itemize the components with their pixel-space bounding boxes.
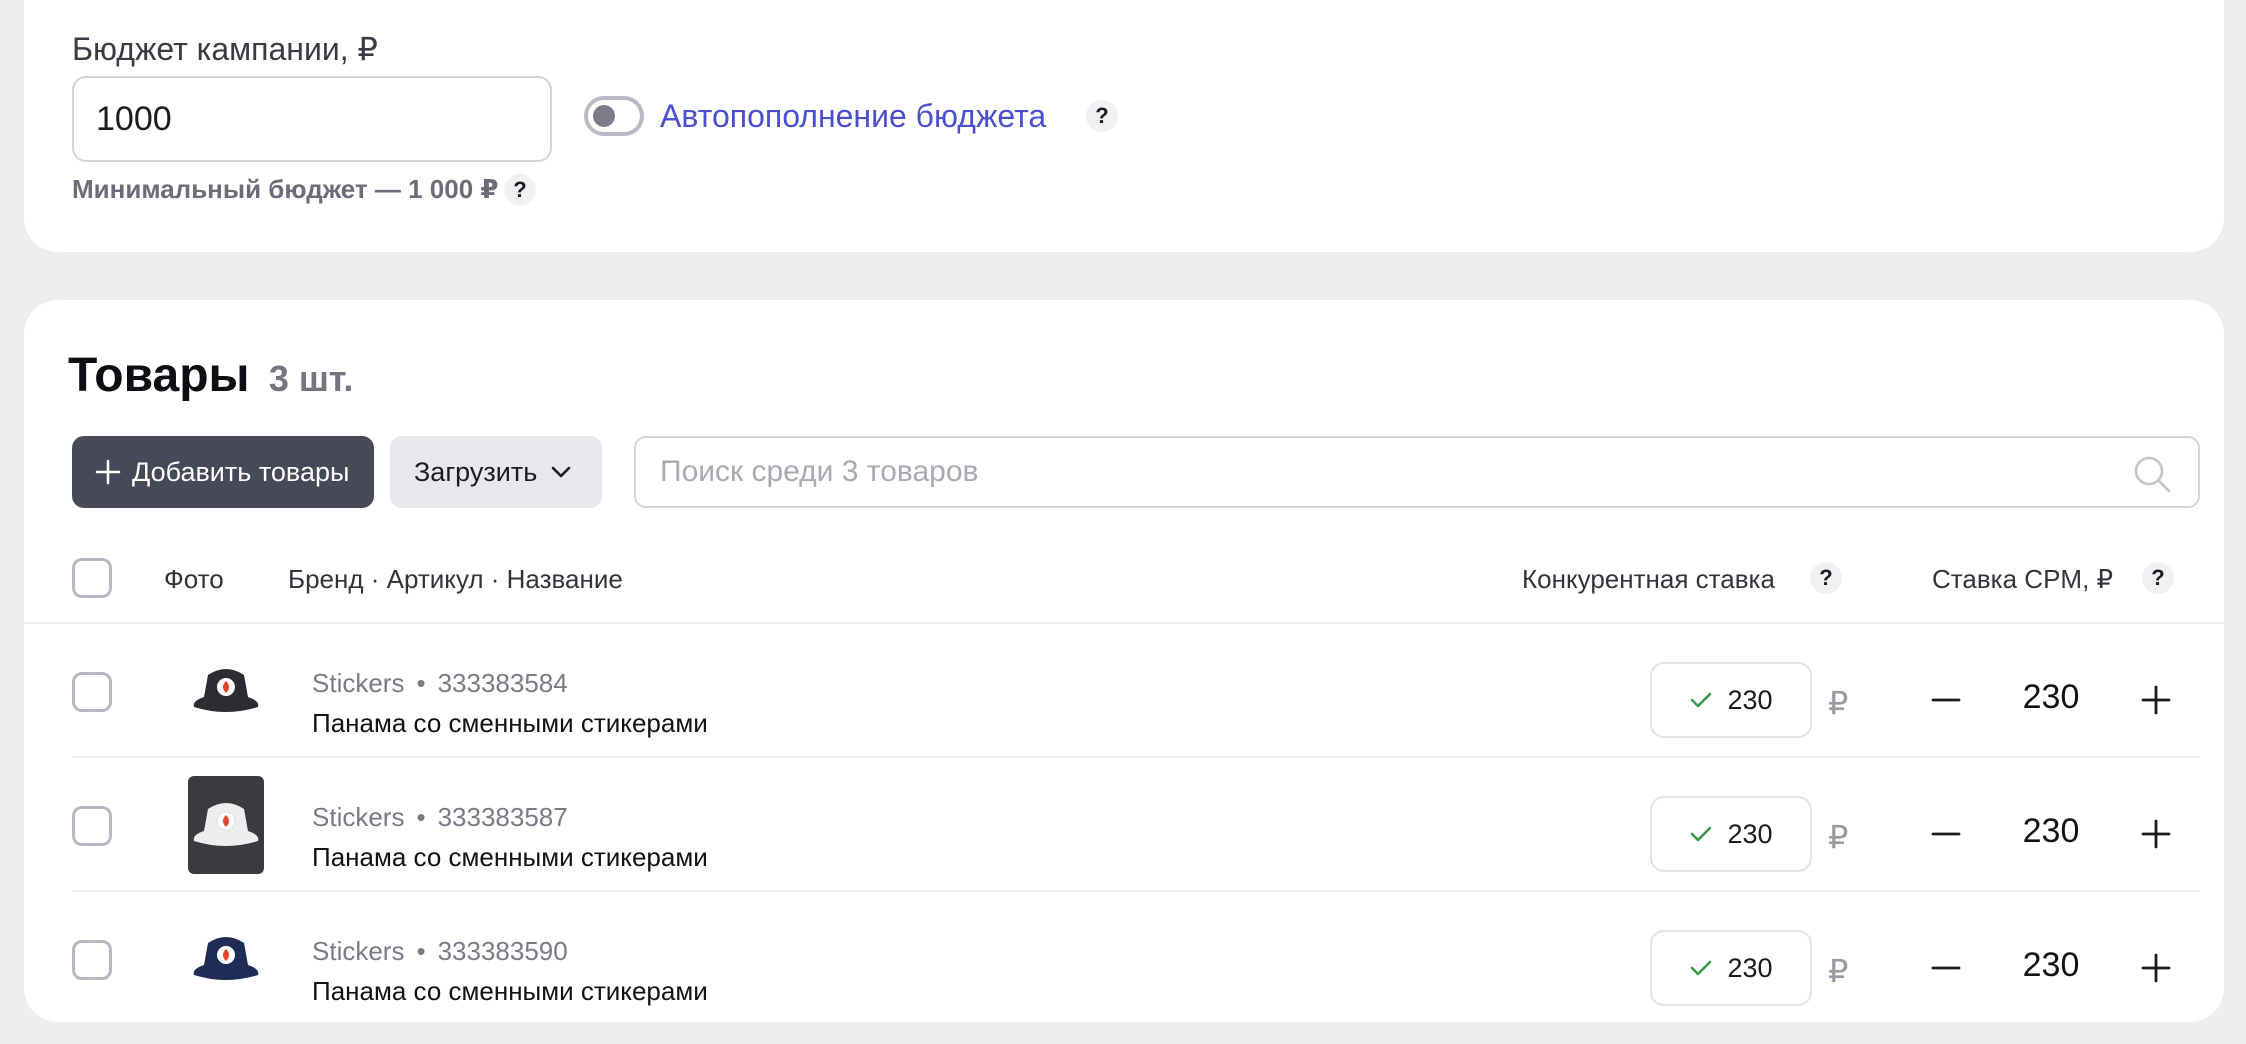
table-row: Stickers • 333383587 Панама со сменными ст…: [72, 758, 2200, 892]
plus-icon: [2141, 685, 2171, 715]
check-icon: [1691, 826, 1712, 842]
cpm-bid-help-icon[interactable]: ?: [2142, 562, 2174, 594]
column-competitive-bid: Конкурентная ставка: [1522, 564, 1775, 594]
product-meta: Stickers • 333383587: [312, 802, 568, 833]
product-photo[interactable]: [188, 776, 264, 874]
table-header: Фото Бренд · Артикул · Название Конкурен…: [24, 530, 2224, 624]
budget-label: Бюджет кампании, ₽: [72, 31, 378, 67]
minus-icon: [1931, 698, 1961, 702]
product-name[interactable]: Панама со сменными стикерами: [312, 842, 708, 873]
column-cpm-bid: Ставка CPM, ₽: [1932, 564, 2114, 594]
decrease-bid-button[interactable]: [1922, 810, 1970, 858]
add-products-label: Добавить товары: [132, 456, 350, 487]
products-count: 3 шт.: [268, 358, 354, 399]
plus-icon: [2141, 819, 2171, 849]
min-budget-note: Минимальный бюджет — 1 000 ₽: [72, 174, 499, 204]
separator-dot: •: [416, 668, 426, 698]
upload-label: Загрузить: [414, 456, 538, 487]
budget-input[interactable]: [72, 76, 552, 162]
increase-bid-button[interactable]: [2132, 810, 2180, 858]
product-name[interactable]: Панама со сменными стикерами: [312, 976, 708, 1007]
products-card: Товары 3 шт. Добавить товары Загрузить Ф…: [24, 300, 2224, 1022]
upload-button[interactable]: Загрузить: [390, 436, 602, 508]
bucket-hat-image: [193, 937, 259, 980]
product-name[interactable]: Панама со сменными стикерами: [312, 708, 708, 739]
search-icon[interactable]: [2132, 454, 2172, 494]
autofill-label[interactable]: Автопополнение бюджета: [660, 96, 1046, 136]
brand-name: Stickers: [312, 936, 405, 966]
article-number[interactable]: 333383590: [438, 936, 568, 966]
minus-icon: [1931, 832, 1961, 836]
table-row: Stickers • 333383584 Панама со сменными ст…: [72, 624, 2200, 758]
products-title: Товары 3 шт.: [68, 348, 353, 403]
competitive-bid-help-icon[interactable]: ?: [1810, 562, 1842, 594]
toggle-knob: [593, 105, 615, 127]
ruble-sign: ₽: [1828, 819, 1849, 855]
ruble-sign: ₽: [1828, 685, 1849, 721]
brand-name: Stickers: [312, 668, 405, 698]
competitive-bid-value: 230: [1727, 952, 1773, 983]
product-photo[interactable]: [188, 910, 264, 1008]
article-number[interactable]: 333383587: [438, 802, 568, 832]
increase-bid-button[interactable]: [2132, 944, 2180, 992]
product-meta: Stickers • 333383590: [312, 936, 568, 967]
separator-dot: •: [416, 936, 426, 966]
article-number[interactable]: 333383584: [438, 668, 568, 698]
row-checkbox[interactable]: [72, 940, 112, 980]
row-checkbox[interactable]: [72, 672, 112, 712]
decrease-bid-button[interactable]: [1922, 676, 1970, 724]
search-input[interactable]: [636, 438, 2198, 506]
competitive-bid: 230: [1650, 796, 1812, 872]
competitive-bid: 230: [1650, 930, 1812, 1006]
select-all-checkbox[interactable]: [72, 558, 112, 598]
increase-bid-button[interactable]: [2132, 676, 2180, 724]
autofill-help-icon[interactable]: ?: [1086, 100, 1118, 132]
ruble-sign: ₽: [1828, 953, 1849, 989]
autofill-toggle[interactable]: [584, 96, 644, 136]
product-photo[interactable]: [188, 642, 264, 740]
chevron-down-icon: [551, 466, 571, 478]
budget-card: Бюджет кампании, ₽ Автопополнение бюджет…: [24, 0, 2224, 252]
bucket-hat-image: [193, 669, 259, 712]
separator-dot: •: [416, 802, 426, 832]
min-budget-help-icon[interactable]: ?: [504, 174, 536, 206]
plus-icon: [2141, 953, 2171, 983]
check-icon: [1691, 960, 1712, 976]
competitive-bid: 230: [1650, 662, 1812, 738]
cpm-bid-value[interactable]: 230: [1984, 946, 2118, 985]
cpm-bid-value[interactable]: 230: [1984, 678, 2118, 717]
add-products-button[interactable]: Добавить товары: [72, 436, 374, 508]
bucket-hat-image: [193, 803, 259, 846]
search-field[interactable]: [634, 436, 2200, 508]
brand-name: Stickers: [312, 802, 405, 832]
row-checkbox[interactable]: [72, 806, 112, 846]
competitive-bid-value: 230: [1727, 684, 1773, 715]
minus-icon: [1931, 966, 1961, 970]
plus-icon: [95, 459, 121, 485]
check-icon: [1691, 692, 1712, 708]
column-photo: Фото: [164, 564, 224, 594]
product-meta: Stickers • 333383584: [312, 668, 568, 699]
competitive-bid-value: 230: [1727, 818, 1773, 849]
decrease-bid-button[interactable]: [1922, 944, 1970, 992]
table-row: Stickers • 333383590 Панама со сменными ст…: [72, 892, 2200, 1026]
column-name: Бренд · Артикул · Название: [288, 564, 623, 594]
products-title-text: Товары: [68, 349, 250, 402]
cpm-bid-value[interactable]: 230: [1984, 812, 2118, 851]
